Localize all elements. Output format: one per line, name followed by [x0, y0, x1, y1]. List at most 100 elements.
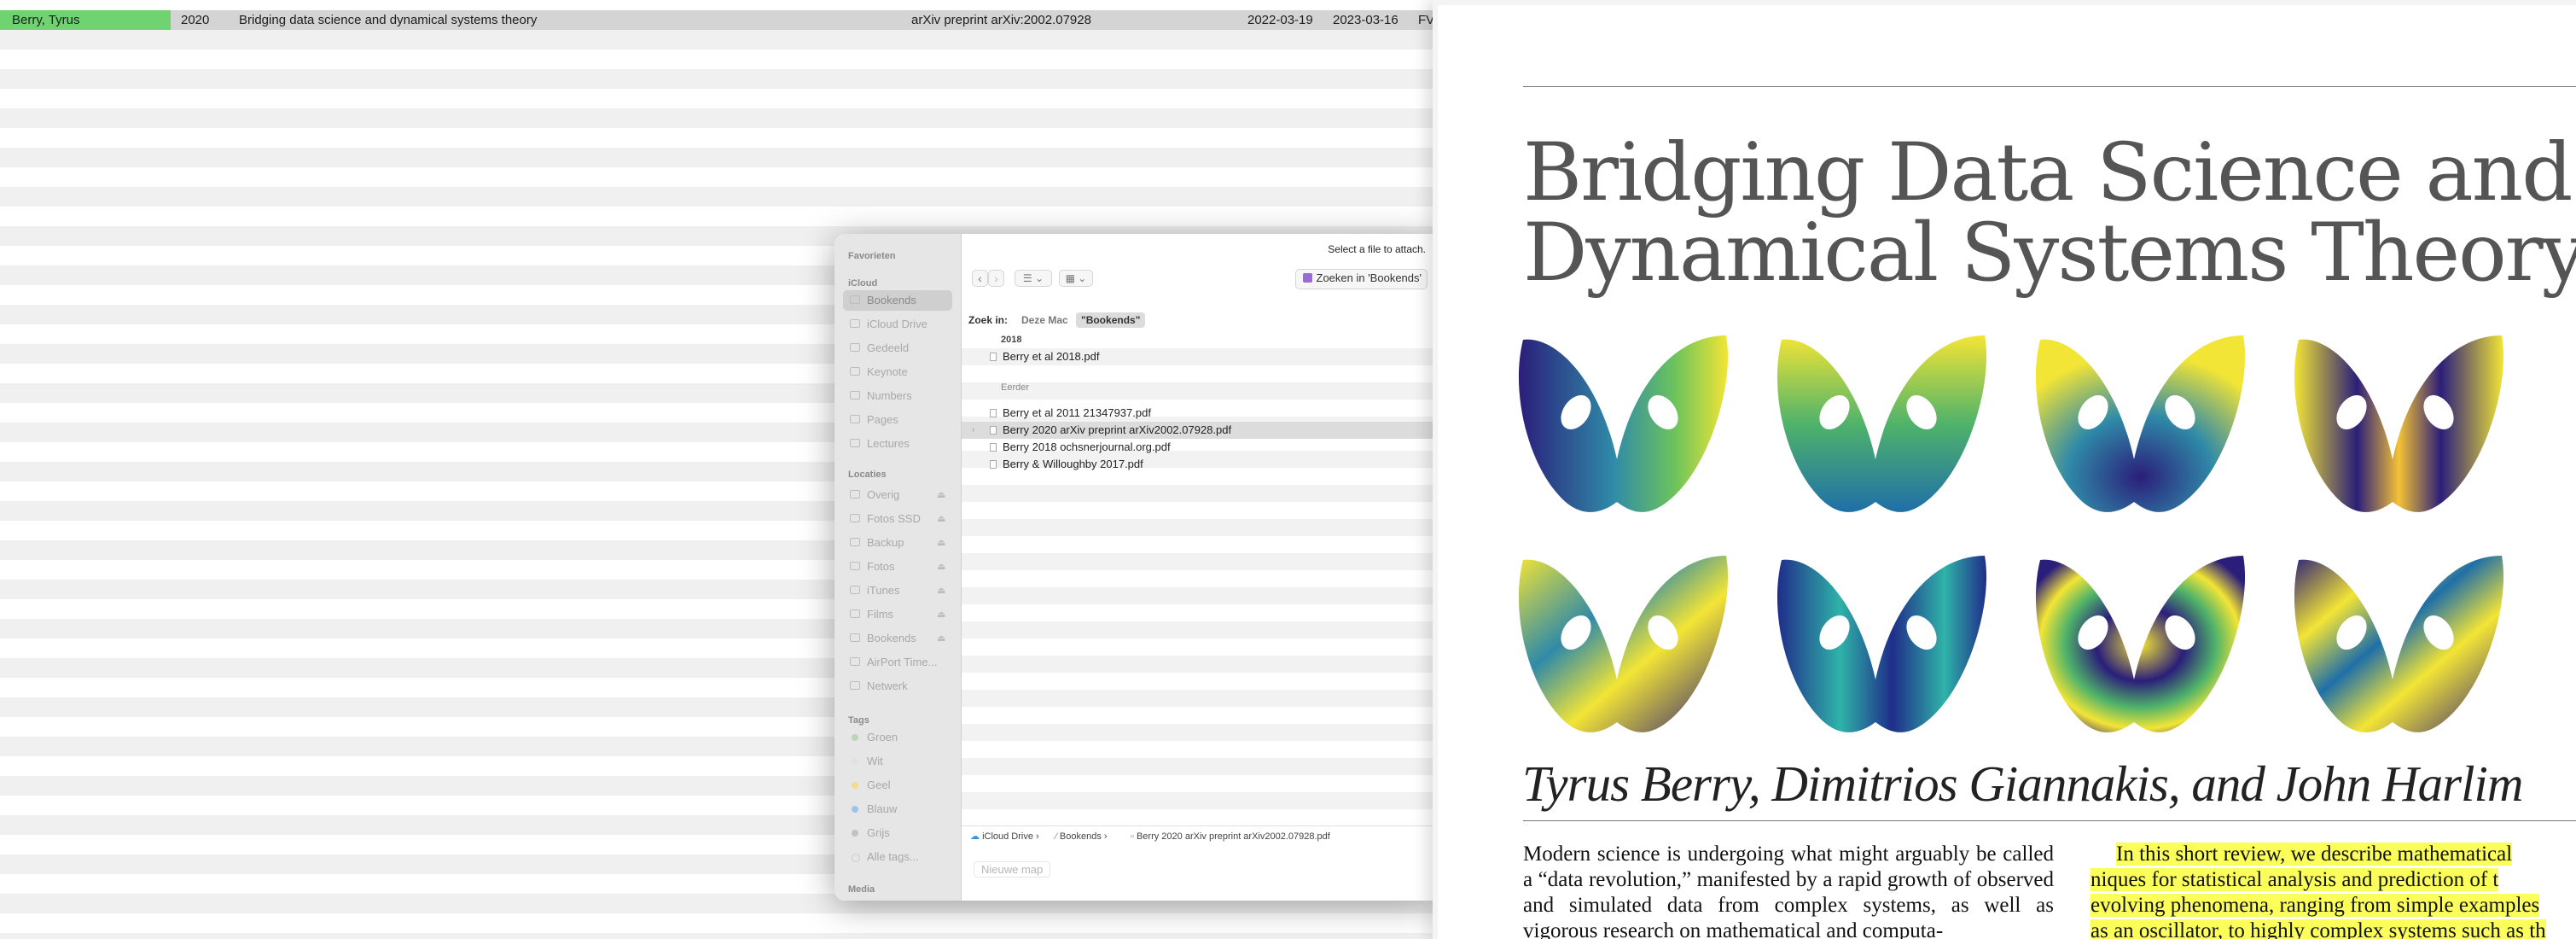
pdf-file-icon [990, 426, 997, 435]
reference-year: 2020 [181, 13, 210, 27]
eject-icon[interactable]: ⏏ [937, 628, 945, 649]
sidebar-item-gedeeld[interactable]: Gedeeld [843, 338, 952, 359]
sidebar-item-fotos-ssd[interactable]: Fotos SSD ⏏ [843, 509, 952, 529]
sidebar-item-backup[interactable]: Backup ⏏ [843, 533, 952, 553]
table-row[interactable] [0, 50, 1433, 69]
eject-icon[interactable]: ⏏ [937, 533, 945, 553]
scope-option-this-mac[interactable]: Deze Mac [1021, 309, 1068, 331]
file-row[interactable]: Berry 2018 ochsnerjournal.org.pdf [962, 439, 1433, 456]
path-bar: ☁ iCloud Drive › ⁄ Bookends › ▫ Berry 20… [962, 825, 1433, 847]
folder-icon [850, 657, 860, 666]
folder-icon [850, 367, 860, 376]
sidebar-item-numbers[interactable]: Numbers [843, 386, 952, 406]
highlighted-text: niques for statistical analysis and pred… [2090, 868, 2499, 891]
tag-color-icon [852, 782, 858, 789]
search-scope-bar: Zoek in: Deze Mac "Bookends" [962, 309, 1433, 331]
file-chooser-dialog: Favorieten iCloud Bookends iCloud Drive Ge… [834, 234, 1433, 901]
file-row[interactable]: Berry et al 2018.pdf [962, 348, 1433, 365]
sidebar-item-films[interactable]: Films ⏏ [843, 604, 952, 625]
sidebar-tag-blauw[interactable]: Blauw [843, 799, 952, 819]
path-item-file[interactable]: ▫ Berry 2020 arXiv preprint arXiv2002.07… [1131, 826, 1330, 847]
tag-color-icon [852, 734, 858, 741]
sidebar-item-bookends[interactable]: Bookends ⏏ [843, 628, 952, 649]
table-row[interactable] [0, 933, 1433, 939]
table-row[interactable] [0, 69, 1433, 89]
sidebar-item-icloud-drive[interactable]: iCloud Drive [843, 314, 952, 335]
file-list-stripe [962, 382, 1433, 400]
tag-color-icon [852, 806, 858, 813]
forward-button[interactable]: › [988, 270, 1004, 287]
sidebar-item-keynote[interactable]: Keynote [843, 362, 952, 382]
file-group-header: Eerder [1001, 382, 1030, 393]
table-row[interactable] [0, 128, 1433, 148]
table-row[interactable] [0, 187, 1433, 207]
grid-view-icon: ▦ ⌄ [1065, 272, 1087, 284]
sidebar-item-bookends[interactable]: Bookends [843, 290, 952, 311]
file-name: Berry & Willoughby 2017.pdf [1003, 458, 1143, 470]
sidebar-item-itunes[interactable]: iTunes ⏏ [843, 580, 952, 601]
sidebar-item-lectures[interactable]: Lectures [843, 434, 952, 454]
table-row[interactable] [0, 89, 1433, 108]
eject-icon[interactable]: ⏏ [937, 485, 945, 505]
table-row[interactable] [0, 108, 1433, 128]
sidebar-item-netwerk[interactable]: Netwerk [843, 676, 952, 697]
sidebar-header-favorites: Favorieten [848, 251, 896, 261]
eject-icon[interactable]: ⏏ [937, 557, 945, 577]
table-row[interactable] [0, 30, 1433, 50]
sidebar-item-overig[interactable]: Overig ⏏ [843, 485, 952, 505]
sidebar-item-label: Backup [867, 536, 904, 549]
file-list-stripe [962, 690, 1433, 707]
file-list-stripe [962, 553, 1433, 570]
back-button[interactable]: ‹ [972, 270, 988, 287]
attractor-panel [1518, 335, 1729, 512]
file-row[interactable]: › Berry 2020 arXiv preprint arXiv2002.079… [962, 422, 1433, 439]
folder-icon [850, 538, 860, 546]
file-name: Berry 2020 arXiv preprint arXiv2002.0792… [1003, 423, 1232, 436]
eject-icon[interactable]: ⏏ [937, 580, 945, 601]
path-item-icloud-drive[interactable]: ☁ iCloud Drive › [970, 826, 1039, 847]
sidebar-tag-geel[interactable]: Geel [843, 775, 952, 796]
eject-icon[interactable]: ⏏ [937, 509, 945, 529]
file-row[interactable]: Berry et al 2011 21347937.pdf [962, 405, 1433, 422]
sidebar-item-pages[interactable]: Pages [843, 410, 952, 430]
folder-icon [1302, 273, 1312, 283]
list-view-button[interactable]: ☰ ⌄ [1015, 270, 1052, 287]
sidebar-item-label: iCloud Drive [867, 318, 927, 330]
sidebar-tag-wit[interactable]: Wit [843, 751, 952, 772]
disclosure-icon: › [972, 425, 975, 435]
scope-option-bookends[interactable]: "Bookends" [1076, 312, 1146, 328]
pdf-file-icon [990, 460, 997, 469]
table-row[interactable] [0, 913, 1433, 933]
file-list-stripe [962, 724, 1433, 741]
sidebar-item-airport-time-[interactable]: AirPort Time... [843, 652, 952, 673]
sidebar-tag-groen[interactable]: Groen [843, 727, 952, 748]
file-row[interactable]: Berry & Willoughby 2017.pdf [962, 456, 1433, 473]
new-folder-button[interactable]: Nieuwe map [974, 861, 1051, 878]
file-name: Berry et al 2011 21347937.pdf [1003, 406, 1151, 419]
table-row[interactable] [0, 148, 1433, 167]
highlighted-text: In this short review, we describe mathem… [2116, 843, 2513, 866]
search-scope-button[interactable]: Zoeken in 'Bookends' [1294, 269, 1428, 289]
attractor-wing-shape [1776, 335, 1987, 512]
sidebar-item-fotos[interactable]: Fotos ⏏ [843, 557, 952, 577]
path-item-bookends[interactable]: ⁄ Bookends › [1055, 826, 1108, 847]
sidebar-tag-alle-tags-[interactable]: Alle tags... [843, 847, 952, 867]
sidebar-item-label: Pages [867, 413, 898, 426]
reference-row-selected[interactable]: Berry, Tyrus 2020 Bridging data science … [0, 10, 1433, 30]
attractor-panel [2294, 335, 2504, 512]
reference-journal: arXiv preprint arXiv:2002.07928 [911, 13, 1091, 27]
folder-icon [850, 514, 860, 522]
authors-rule [1523, 820, 2576, 821]
folder-icon [850, 586, 860, 594]
table-row[interactable] [0, 167, 1433, 187]
sidebar-tag-grijs[interactable]: Grijs [843, 823, 952, 843]
table-row[interactable] [0, 207, 1433, 226]
file-list-stripe [962, 587, 1433, 604]
attractor-panel [1776, 556, 1987, 732]
sidebar-item-label: Numbers [867, 389, 912, 402]
sidebar-item-label: Keynote [867, 365, 908, 378]
attractor-wing-shape [2294, 556, 2504, 732]
grid-view-button[interactable]: ▦ ⌄ [1059, 270, 1093, 287]
sidebar-item-label: Lectures [867, 437, 910, 450]
eject-icon[interactable]: ⏏ [937, 604, 945, 625]
